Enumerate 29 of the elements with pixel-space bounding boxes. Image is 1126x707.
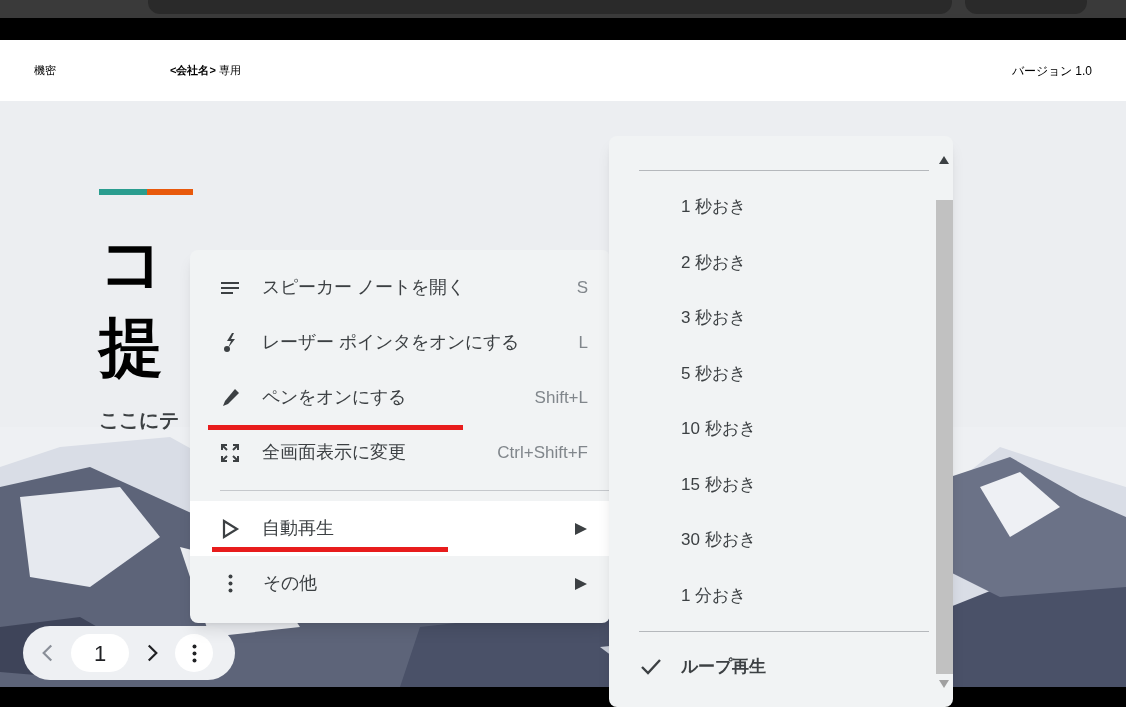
submenu-arrow-icon	[574, 521, 588, 536]
more-icon	[228, 574, 233, 593]
scrollbar-thumb[interactable]	[935, 200, 953, 674]
loop-option[interactable]: ループ再生	[681, 653, 766, 680]
interval-option[interactable]: 1 分おき	[639, 567, 929, 623]
more-button[interactable]	[175, 634, 213, 672]
interval-option[interactable]: 30 秒おき	[639, 512, 929, 568]
interval-option[interactable]: 10 秒おき	[639, 401, 929, 457]
interval-option[interactable]: 2 秒おき	[639, 234, 929, 290]
scroll-down-icon[interactable]	[939, 680, 949, 688]
version-label: バージョン 1.0	[1012, 62, 1092, 80]
interval-option[interactable]: 3 秒おき	[639, 290, 929, 346]
confidential-label: 機密	[34, 63, 57, 79]
menu-item[interactable]: その他	[190, 556, 610, 611]
slide-title: コ	[99, 226, 165, 301]
company-label: <会社名> 専用	[170, 63, 241, 79]
interval-option[interactable]: 15 秒おき	[639, 456, 929, 512]
menu-item[interactable]: レーザー ポインタをオンにする L	[190, 315, 610, 370]
interval-option[interactable]: 1 秒おき	[639, 179, 929, 235]
more-icon	[191, 643, 197, 663]
submenu-arrow-icon	[574, 576, 588, 591]
slide-title: 提	[99, 310, 163, 385]
interval-option[interactable]: 5 秒おき	[639, 345, 929, 401]
scroll-up-icon[interactable]	[939, 156, 949, 164]
menu-item[interactable]: 自動再生	[190, 501, 610, 556]
menu-item[interactable]: ペンをオンにする Shift+L	[190, 370, 610, 425]
page-number[interactable]: 1	[71, 634, 129, 672]
menu-item[interactable]: スピーカー ノートを開く S	[190, 260, 610, 315]
slide-subtitle: ここにテ	[99, 408, 179, 433]
